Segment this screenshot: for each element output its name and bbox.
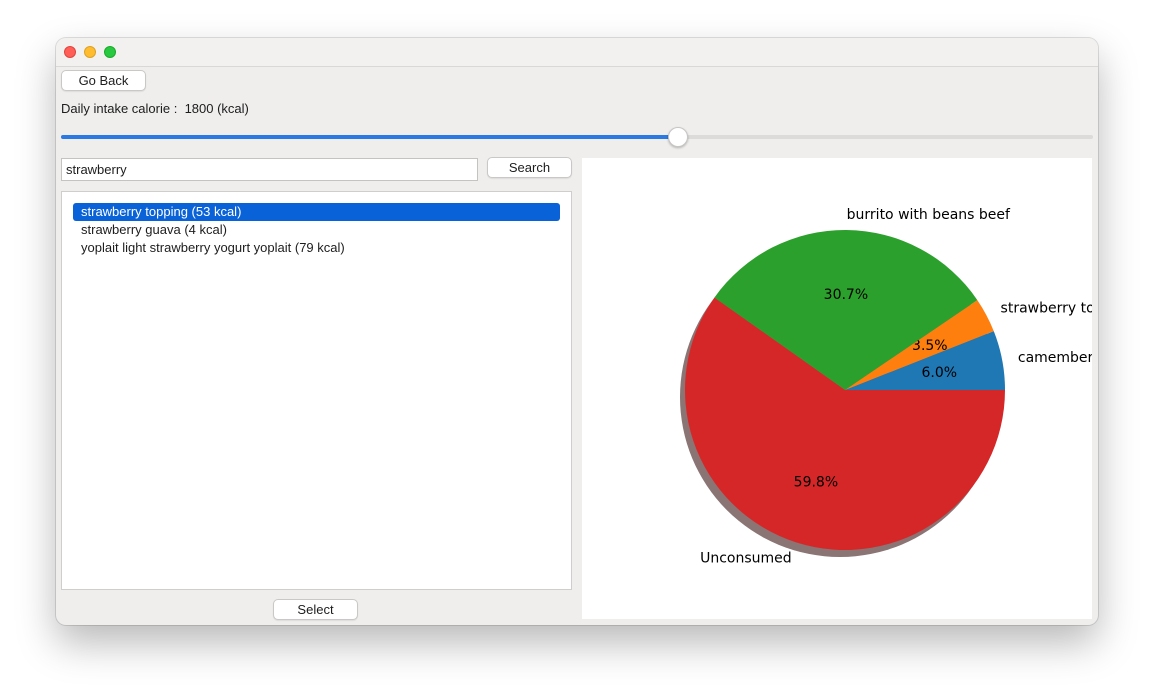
daily-intake-value: 1800 (kcal)	[184, 101, 249, 116]
pie-category-label: Unconsumed	[700, 551, 792, 567]
go-back-button[interactable]: Go Back	[61, 70, 146, 91]
pie-chart-svg: 6.0%camembert3.5%strawberry topping30.7%…	[680, 207, 1092, 567]
daily-intake-text: Daily intake calorie : 1800 (kcal)	[61, 101, 249, 116]
result-list-item[interactable]: yoplait light strawberry yogurt yoplait …	[73, 239, 560, 257]
pie-percent-label: 30.7%	[824, 287, 868, 303]
results-list[interactable]: strawberry topping (53 kcal) strawberry g…	[61, 191, 572, 590]
calorie-slider[interactable]	[61, 127, 1093, 147]
calorie-pie-chart: 6.0%camembert3.5%strawberry topping30.7%…	[582, 158, 1092, 619]
result-list-item[interactable]: strawberry topping (53 kcal)	[73, 203, 560, 221]
zoom-window-button[interactable]	[104, 46, 116, 58]
result-list-item[interactable]: strawberry guava (4 kcal)	[73, 221, 560, 239]
select-button[interactable]: Select	[273, 599, 358, 620]
title-bar	[56, 38, 1098, 67]
close-window-button[interactable]	[64, 46, 76, 58]
pie-percent-label: 6.0%	[922, 365, 958, 381]
daily-intake-label: Daily intake calorie :	[61, 101, 178, 116]
pie-percent-label: 59.8%	[794, 474, 838, 490]
slider-fill	[61, 135, 678, 139]
search-button[interactable]: Search	[487, 157, 572, 178]
minimize-window-button[interactable]	[84, 46, 96, 58]
app-window: Go Back Daily intake calorie : 1800 (kca…	[56, 38, 1098, 625]
pie-category-label: burrito with beans beef	[847, 207, 1011, 223]
pie-category-label: strawberry topping	[1001, 301, 1092, 317]
pie-category-label: camembert	[1018, 350, 1092, 366]
search-input[interactable]	[61, 158, 478, 181]
slider-thumb[interactable]	[668, 127, 688, 147]
